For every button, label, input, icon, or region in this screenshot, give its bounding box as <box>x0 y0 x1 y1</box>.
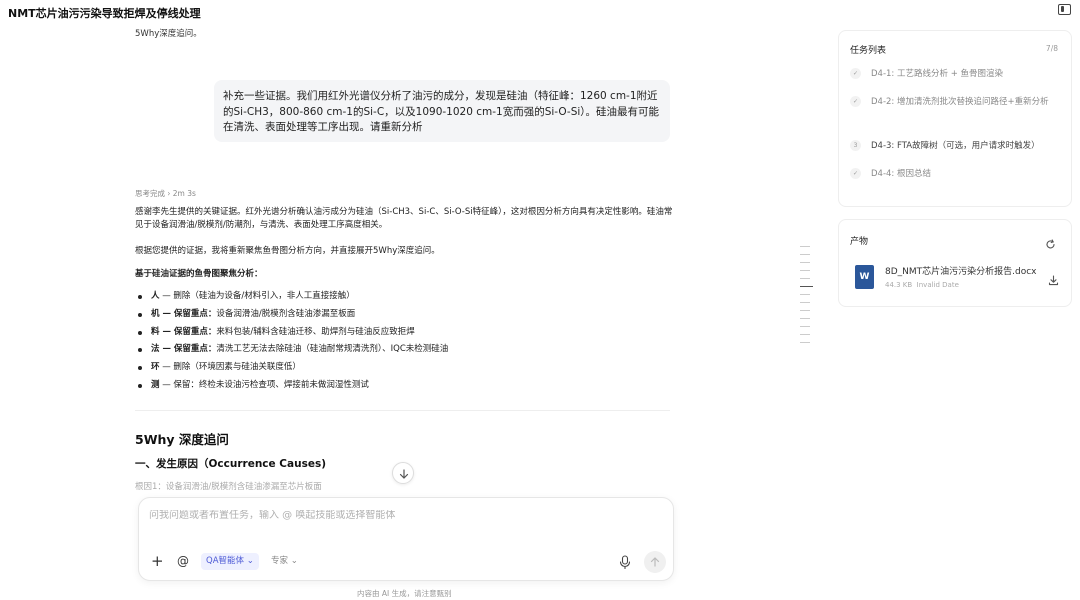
answer-paragraph: 感谢李先生提供的关键证据。红外光谱分析确认油污成分为硅油（Si-CH3、Si-C… <box>135 207 673 230</box>
check-icon: ✓ <box>850 168 861 179</box>
thinking-status[interactable]: 思考完成 › 2m 3s <box>135 188 196 199</box>
section-heading: 5Why 深度追问 <box>135 432 229 447</box>
agent-selector[interactable]: QA智能体 ⌄ <box>201 553 259 570</box>
check-icon: ✓ <box>850 96 861 107</box>
answer-paragraph: 根据您提供的证据，我将重新聚焦鱼骨图分析方向，并直接展开5Why深度追问。 <box>135 246 440 256</box>
send-button[interactable] <box>644 551 666 573</box>
ai-disclaimer: 内容由 AI 生成，请注意甄别 <box>357 589 452 598</box>
sidebar-toggle-icon[interactable] <box>1058 4 1071 15</box>
list-item: 料 — 保留重点：来料包装/辅料含硅油迁移、助焊剂与硅油反应致拒焊 <box>135 326 448 344</box>
list-item: 人 — 删除（硅油为设备/材料引入，非人工直接接触） <box>135 290 448 308</box>
thinking-time: 2m 3s <box>172 189 196 198</box>
artifact-file-meta: 44.3 KB Invalid Date <box>885 281 959 289</box>
word-file-icon: W <box>855 265 874 289</box>
list-item: 测 — 保留：终检未设油污检查项、焊接前未做润湿性测试 <box>135 379 448 397</box>
list-item: 环 — 删除（环境因素与硅油关联度低） <box>135 361 448 379</box>
at-mention-icon[interactable]: @ <box>177 554 189 569</box>
artifacts-card: 产物 W 8D_NMT芯片油污污染分析报告.docx 44.3 KB Inval… <box>838 219 1072 307</box>
task-list-card: 任务列表 7/8 ✓ D4-1: 工艺路线分析 + 鱼骨图渲染 ✓ D4-2: … <box>838 30 1072 207</box>
app-window: NMT芯片油污污染导致拒焊及停线处理 5Why深度追问。 补充一些证据。我们用红… <box>0 0 1080 600</box>
scroll-to-bottom-button[interactable] <box>392 462 414 484</box>
message-composer: + @ QA智能体 ⌄ 专家 ⌄ <box>138 497 674 581</box>
arrow-down-icon <box>399 469 409 479</box>
list-item: 机 — 保留重点：设备润滑油/脱模剂含硅油渗漏至板面 <box>135 308 448 326</box>
task-item[interactable]: ✓ D4-4: 根因总结 <box>850 168 1064 181</box>
answer-heading: 基于硅油证据的鱼骨图聚焦分析： <box>135 269 263 279</box>
divider <box>135 410 670 411</box>
thinking-label: 思考完成 <box>135 189 165 198</box>
artifacts-title: 产物 <box>850 237 869 247</box>
task-item[interactable]: ✓ D4-1: 工艺路线分析 + 鱼骨图渲染 <box>850 68 1064 81</box>
user-message-bubble: 补充一些证据。我们用红外光谱仪分析了油污的成分，发现是硅油（特征峰：1260 c… <box>214 80 670 142</box>
assistant-answer: 感谢李先生提供的关键证据。红外光谱分析确认油污成分为硅油（Si-CH3、Si-C… <box>135 206 675 390</box>
subsection-heading: 一、发生原因（Occurrence Causes) <box>135 458 326 470</box>
user-message-text: 补充一些证据。我们用红外光谱仪分析了油污的成分，发现是硅油（特征峰：1260 c… <box>223 90 660 133</box>
plus-icon[interactable]: + <box>151 554 164 569</box>
download-icon[interactable] <box>1048 271 1059 290</box>
step-number-badge: 3 <box>850 140 861 151</box>
arrow-up-icon <box>650 557 660 567</box>
faded-text: 根因1：设备润滑油/脱模剂含硅油渗漏至芯片板面 <box>135 482 322 492</box>
check-icon: ✓ <box>850 68 861 79</box>
task-item-current[interactable]: 3 D4-3: FTA故障树（可选，用户请求时触发） <box>850 140 1064 153</box>
message-input[interactable] <box>149 510 649 521</box>
task-progress-count: 7/8 <box>1045 44 1058 53</box>
page-title: NMT芯片油污污染导致拒焊及停线处理 <box>8 7 201 20</box>
conversation-minimap[interactable] <box>800 246 813 350</box>
expert-selector[interactable]: 专家 ⌄ <box>271 553 298 570</box>
task-list-title: 任务列表 <box>850 46 887 56</box>
list-item: 法 — 保留重点：清洗工艺无法去除硅油（硅油耐常规清洗剂）、IQC未检测硅油 <box>135 343 448 361</box>
refresh-icon[interactable] <box>1045 235 1056 254</box>
fishbone-list: 人 — 删除（硅油为设备/材料引入，非人工直接接触） 机 — 保留重点：设备润滑… <box>135 290 448 397</box>
microphone-icon[interactable] <box>619 554 631 573</box>
task-item[interactable]: ✓ D4-2: 增加清洗剂批次替换追问路径+重新分析 <box>850 96 1064 109</box>
artifact-file-name[interactable]: 8D_NMT芯片油污污染分析报告.docx <box>885 264 1037 277</box>
previous-message-tail: 5Why深度追问。 <box>135 29 202 39</box>
